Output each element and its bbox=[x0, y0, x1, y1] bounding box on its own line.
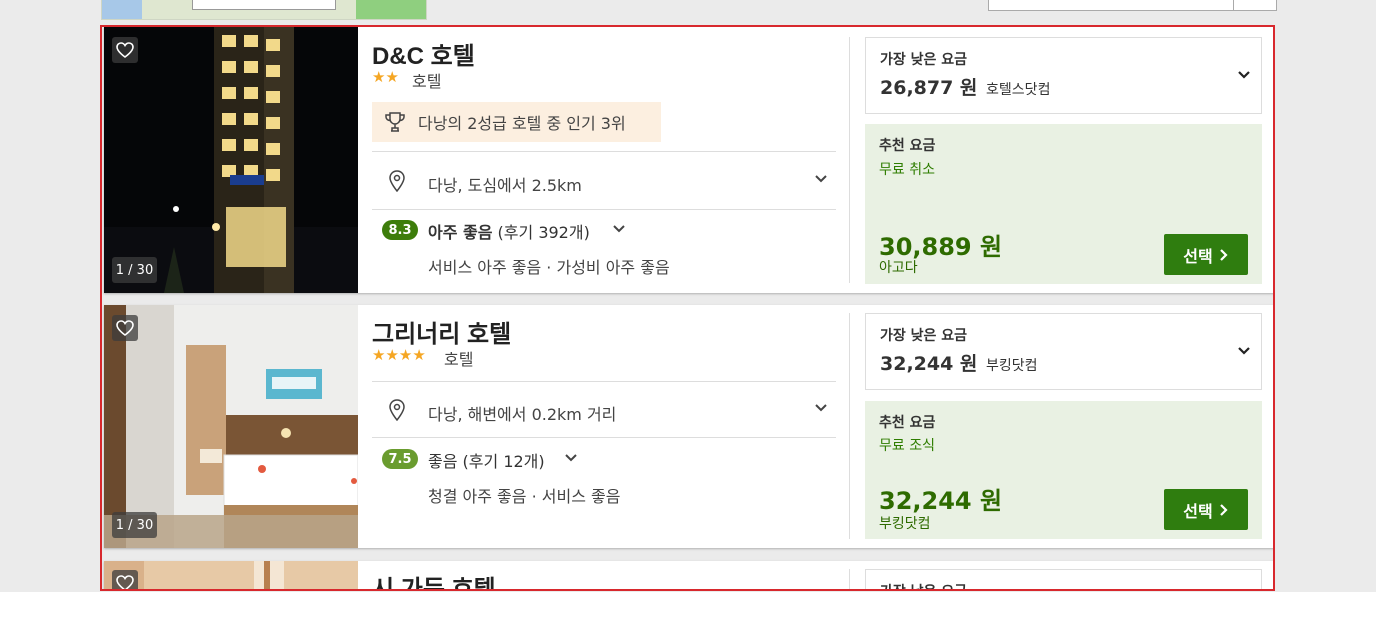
chevron-down-icon[interactable] bbox=[814, 403, 828, 413]
sort-button[interactable] bbox=[1233, 0, 1277, 11]
rating-row[interactable]: 8.3 아주 좋음 (후기 392개) bbox=[372, 220, 836, 250]
recommended-perk: 무료 취소 bbox=[879, 162, 935, 178]
heart-icon bbox=[116, 42, 134, 58]
hotel-photo[interactable]: 1 / 30 bbox=[104, 27, 358, 293]
star-rating: ★★★★ bbox=[372, 346, 426, 364]
lowest-price-label: 가장 낮은 요금 bbox=[880, 52, 968, 68]
recommended-label: 추천 요금 bbox=[879, 415, 936, 431]
recommended-provider: 아고다 bbox=[879, 260, 918, 276]
map-search-box[interactable] bbox=[192, 0, 336, 10]
lowest-price-label: 가장 낮은 요금 bbox=[880, 328, 968, 344]
location-row[interactable]: 다낭, 해변에서 0.2km 거리 bbox=[372, 382, 836, 438]
hotel-card[interactable]: 시 가든 호텔 가장 낮은 요금 bbox=[104, 561, 1273, 589]
select-button[interactable]: 선택 bbox=[1164, 489, 1248, 530]
lowest-price-box[interactable]: 가장 낮은 요금 32,244 원 부킹닷컴 bbox=[865, 313, 1262, 390]
hotel-type: 호텔 bbox=[412, 72, 442, 91]
star-rating: ★★ bbox=[372, 68, 399, 86]
score-badge: 7.5 bbox=[382, 449, 418, 469]
sort-input[interactable] bbox=[988, 0, 1234, 11]
hotel-name[interactable]: D&C 호텔 bbox=[372, 36, 475, 71]
lowest-provider: 부킹닷컴 bbox=[986, 358, 1038, 374]
recommended-label: 추천 요금 bbox=[879, 138, 936, 154]
favorite-button[interactable] bbox=[112, 570, 138, 589]
hotel-name[interactable]: 그리너리 호텔 bbox=[372, 314, 511, 349]
photo-counter: 1 / 30 bbox=[112, 257, 157, 283]
hotel-name[interactable]: 시 가든 호텔 bbox=[372, 569, 496, 589]
review-count: (후기 392개) bbox=[497, 223, 590, 242]
rating-row[interactable]: 7.5 좋음 (후기 12개) bbox=[372, 449, 836, 479]
review-count: (후기 12개) bbox=[462, 452, 545, 471]
recommended-price-box[interactable]: 추천 요금 무료 취소 30,889 원 아고다 선택 bbox=[865, 124, 1262, 284]
lowest-price: 32,244 원 bbox=[880, 353, 978, 375]
location-row[interactable]: 다낭, 도심에서 2.5km bbox=[372, 153, 836, 209]
chevron-down-icon[interactable] bbox=[1237, 346, 1251, 356]
award-badge: 다낭의 2성급 호텔 중 인기 3위 bbox=[372, 102, 661, 142]
results-page: 1 / 30 D&C 호텔 ★★ 호텔 다낭의 2성급 호텔 중 인기 3위 다… bbox=[0, 0, 1376, 592]
score-word: 좋음 bbox=[428, 452, 458, 471]
subscores: 서비스 아주 좋음 · 가성비 아주 좋음 bbox=[428, 258, 670, 277]
hotel-type: 호텔 bbox=[444, 350, 474, 369]
trophy-icon bbox=[385, 112, 405, 132]
chevron-right-icon bbox=[1219, 503, 1228, 516]
hotel-photo[interactable]: 1 / 30 bbox=[104, 305, 358, 548]
chevron-down-icon[interactable] bbox=[564, 453, 578, 463]
chevron-down-icon[interactable] bbox=[814, 174, 828, 184]
recommended-provider: 부킹닷컴 bbox=[879, 516, 931, 532]
recommended-perk: 무료 조식 bbox=[879, 438, 935, 454]
hotel-card[interactable]: 1 / 30 D&C 호텔 ★★ 호텔 다낭의 2성급 호텔 중 인기 3위 다… bbox=[104, 27, 1273, 293]
heart-icon bbox=[116, 575, 134, 589]
lowest-price-box[interactable]: 가장 낮은 요금 26,877 원 호텔스닷컴 bbox=[865, 37, 1262, 114]
lowest-price-label: 가장 낮은 요금 bbox=[880, 581, 967, 589]
hotel-results-list: 1 / 30 D&C 호텔 ★★ 호텔 다낭의 2성급 호텔 중 인기 3위 다… bbox=[100, 25, 1275, 591]
select-label: 선택 bbox=[1183, 246, 1213, 266]
favorite-button[interactable] bbox=[112, 315, 138, 341]
lowest-price: 26,877 원 bbox=[880, 77, 978, 99]
chevron-right-icon bbox=[1219, 248, 1228, 261]
subscores: 청결 아주 좋음 · 서비스 좋음 bbox=[428, 487, 621, 506]
select-button[interactable]: 선택 bbox=[1164, 234, 1248, 275]
favorite-button[interactable] bbox=[112, 37, 138, 63]
award-text: 다낭의 2성급 호텔 중 인기 3위 bbox=[418, 114, 626, 133]
lowest-provider: 호텔스닷컴 bbox=[986, 82, 1051, 98]
lowest-price-box[interactable]: 가장 낮은 요금 bbox=[865, 569, 1262, 589]
select-label: 선택 bbox=[1183, 501, 1213, 521]
recommended-price: 32,244 원 bbox=[879, 487, 1003, 515]
location-text: 다낭, 도심에서 2.5km bbox=[428, 176, 582, 195]
photo-counter: 1 / 30 bbox=[112, 512, 157, 538]
location-pin-icon bbox=[389, 170, 405, 192]
location-pin-icon bbox=[389, 399, 405, 421]
score-badge: 8.3 bbox=[382, 220, 418, 240]
chevron-down-icon[interactable] bbox=[612, 224, 626, 234]
score-word: 아주 좋음 bbox=[428, 223, 493, 242]
location-text: 다낭, 해변에서 0.2km 거리 bbox=[428, 405, 617, 424]
hotel-photo[interactable] bbox=[104, 561, 358, 589]
recommended-price-box[interactable]: 추천 요금 무료 조식 32,244 원 부킹닷컴 선택 bbox=[865, 401, 1262, 539]
hotel-card[interactable]: 1 / 30 그리너리 호텔 ★★★★ 호텔 다낭, 해변에서 0.2km 거리… bbox=[104, 305, 1273, 548]
heart-icon bbox=[116, 320, 134, 336]
chevron-down-icon[interactable] bbox=[1237, 70, 1251, 80]
map-preview[interactable] bbox=[101, 0, 427, 20]
